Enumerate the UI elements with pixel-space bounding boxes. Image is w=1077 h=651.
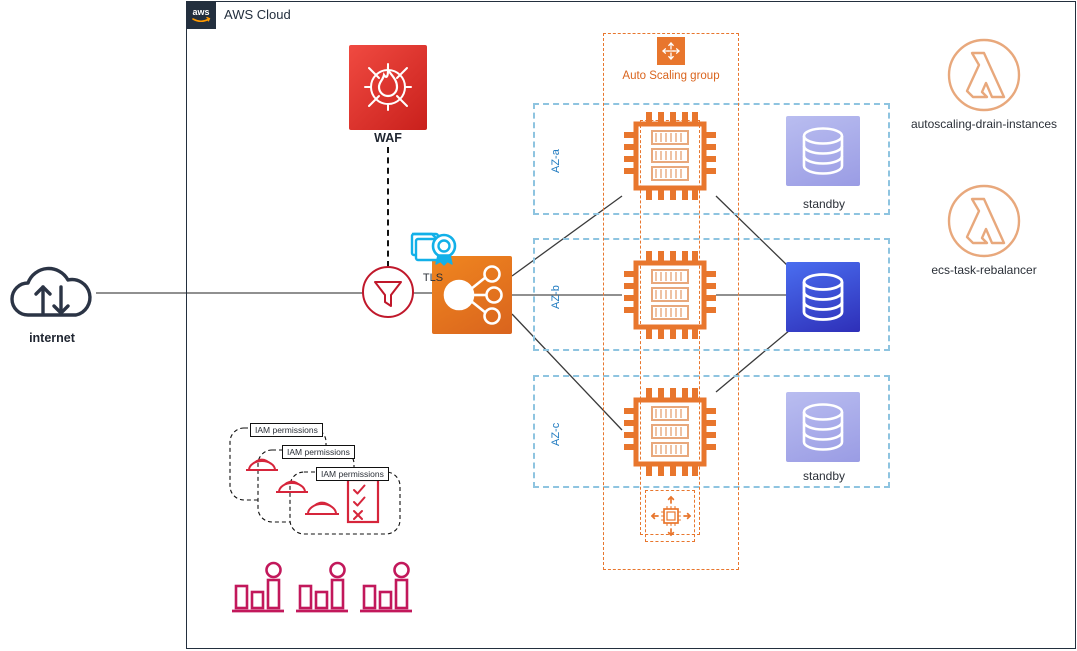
cloudwatch-metric-icon-1	[230, 560, 286, 616]
waf-connector	[387, 147, 389, 267]
waf-label: WAF	[374, 131, 402, 145]
iam-permissions-tag-1: IAM permissions	[250, 423, 323, 437]
database-primary[interactable]	[786, 262, 860, 332]
ec2-instance-scaling-icon	[650, 495, 692, 537]
iam-permissions-tag-2: IAM permissions	[282, 445, 355, 459]
database-standby-a-label: standby	[802, 197, 846, 211]
database-standby-c-label: standby	[802, 469, 846, 483]
database-standby-c[interactable]	[786, 392, 860, 462]
tls-label: TLS	[422, 272, 444, 284]
ec2-instance-c[interactable]	[622, 386, 718, 478]
iam-permissions-tag-3: IAM permissions	[316, 467, 389, 481]
certificate-icon	[408, 228, 462, 272]
lambda-icon-autoscaling-drain-instances[interactable]	[946, 37, 1022, 113]
lambda-icon-ecs-task-rebalancer[interactable]	[946, 183, 1022, 259]
cloudwatch-metric-icon-2	[294, 560, 350, 616]
auto-scaling-icon	[657, 37, 685, 65]
svg-text:aws: aws	[192, 7, 209, 17]
cloud-updown-arrows-icon	[8, 265, 96, 327]
iam-permissions-group: IAM permissions IAM permissions IAM perm…	[228, 418, 418, 536]
auto-scaling-group-label: Auto Scaling group	[622, 70, 720, 82]
page-title: AWS Cloud	[224, 7, 291, 22]
az-label-b: AZ-b	[550, 285, 562, 309]
internet-label: internet	[29, 331, 75, 345]
lambda-label-ecs-task-rebalancer: ecs-task-rebalancer	[931, 263, 1037, 277]
aws-logo: aws	[186, 1, 216, 29]
ec2-instance-a[interactable]	[622, 110, 718, 202]
database-standby-a[interactable]	[786, 116, 860, 186]
lambda-label-autoscaling-drain-instances: autoscaling-drain-instances	[910, 117, 1058, 131]
az-label-c: AZ-c	[550, 422, 562, 446]
ec2-instance-b[interactable]	[622, 249, 718, 341]
cloudwatch-metric-icon-3	[358, 560, 414, 616]
waf-firewall-icon[interactable]	[349, 45, 427, 130]
az-label-a: AZ-a	[550, 149, 562, 173]
